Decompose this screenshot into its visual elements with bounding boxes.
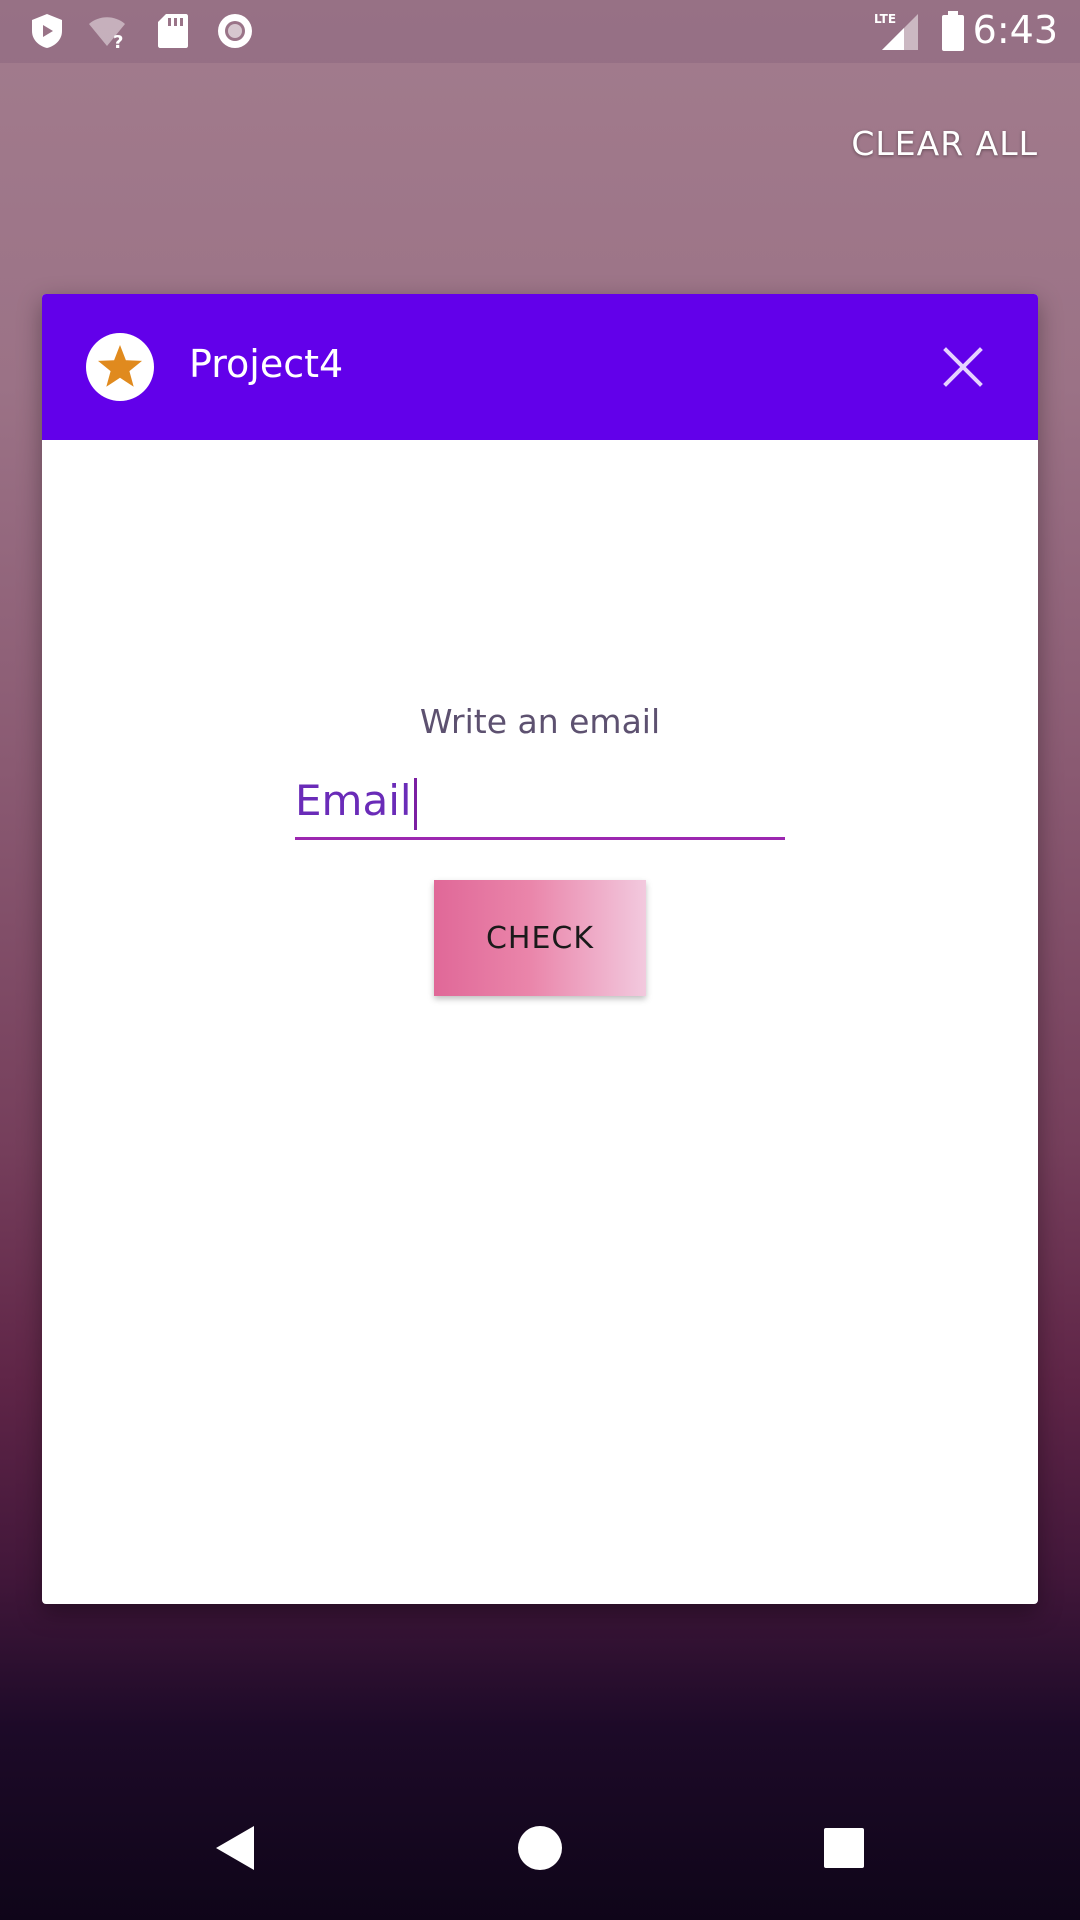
app-icon[interactable]: [86, 333, 154, 401]
close-button[interactable]: [928, 332, 998, 402]
battery-icon: [942, 11, 964, 51]
email-value-text: Email: [295, 776, 412, 825]
home-button[interactable]: [498, 1806, 582, 1890]
recents-button[interactable]: [802, 1806, 886, 1890]
email-input[interactable]: Email: [295, 766, 417, 836]
clock: 6:43: [972, 8, 1058, 52]
home-icon: [518, 1826, 562, 1870]
back-icon: [216, 1826, 254, 1870]
sd-card-icon: [158, 14, 188, 48]
android-screen: ? LTE 6:43 CLEAR ALL Project4 Write an e…: [0, 0, 1080, 1920]
status-bar: ? LTE 6:43: [0, 0, 1080, 63]
text-cursor: [413, 777, 417, 830]
wifi-unknown-icon: ?: [89, 17, 125, 50]
card-header: Project4: [42, 294, 1038, 440]
email-underline: [295, 837, 785, 840]
record-icon: [218, 14, 252, 48]
recents-icon: [824, 1828, 864, 1868]
shield-icon: [32, 14, 62, 48]
clear-all-button[interactable]: CLEAR ALL: [851, 124, 1038, 163]
check-button[interactable]: CHECK: [434, 880, 646, 996]
app-title: Project4: [189, 342, 344, 386]
recent-app-card[interactable]: Project4 Write an email Email CHECK: [42, 294, 1038, 1604]
svg-text:LTE: LTE: [874, 12, 896, 26]
lte-signal-icon: LTE: [874, 12, 918, 50]
email-field[interactable]: Email: [295, 766, 785, 840]
close-icon: [943, 347, 983, 387]
navigation-bar: [0, 1776, 1080, 1920]
back-button[interactable]: [192, 1806, 276, 1890]
prompt-label: Write an email: [419, 702, 661, 741]
star-icon: [98, 345, 142, 387]
svg-text:?: ?: [113, 32, 123, 50]
